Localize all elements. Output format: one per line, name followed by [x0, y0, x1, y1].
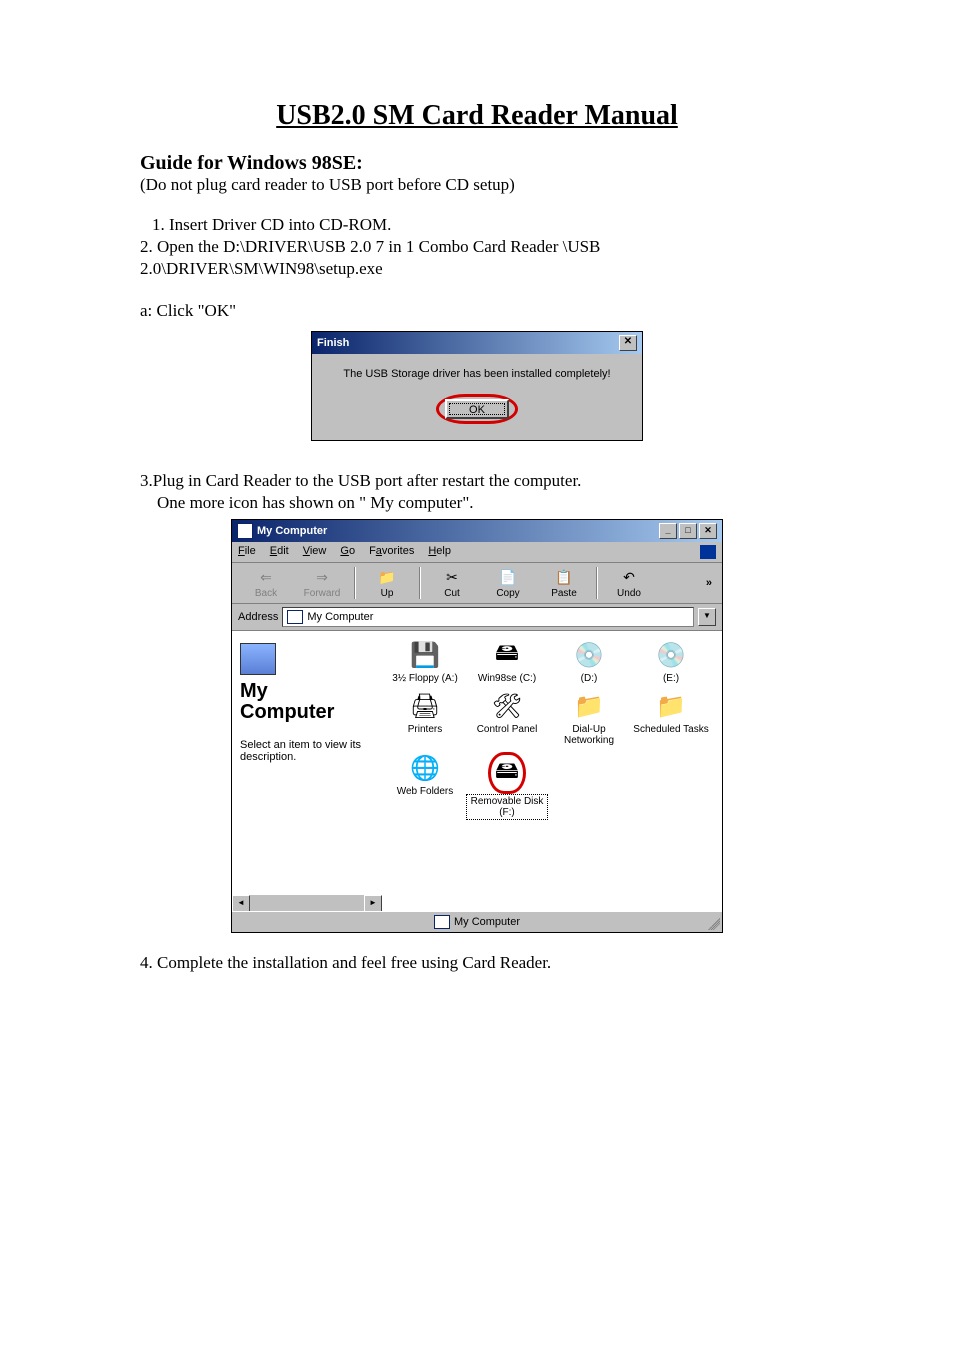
finish-message: The USB Storage driver has been installe… [320, 368, 634, 380]
removable-highlight-circle: 🖴 [488, 752, 526, 794]
web-folders[interactable]: 🌐 Web Folders [386, 752, 464, 818]
side-title-line2: Computer [240, 702, 374, 723]
close-button[interactable]: ✕ [619, 335, 637, 351]
control-panel-folder[interactable]: 🛠 Control Panel [468, 690, 546, 746]
my-computer-icon [287, 610, 303, 624]
icon-area: 💾 3½ Floppy (A:) 🖴 Win98se (C:) 💿 (D:) 💿… [382, 631, 722, 911]
guide-subtitle: Guide for Windows 98SE: [140, 152, 814, 175]
window-title-text: My Computer [257, 525, 327, 537]
removable-disk-f[interactable]: 🖴 Removable Disk (F:) [468, 752, 546, 818]
menu-bar: File Edit View Go Favorites Help [232, 542, 722, 563]
ok-highlight-circle: OK [436, 394, 518, 424]
document-title: USB2.0 SM Card Reader Manual [140, 100, 814, 132]
control-panel-icon: 🛠 [468, 690, 546, 722]
step-a: a: Click "OK" [140, 301, 814, 321]
address-field[interactable]: My Computer [282, 607, 694, 627]
back-button[interactable]: ⇐ Back [238, 568, 294, 599]
my-computer-window: My Computer _ □ ✕ File Edit View Go Favo… [231, 519, 723, 933]
side-scrollbar[interactable]: ◄ ► [232, 895, 382, 911]
menu-help[interactable]: Help [428, 545, 451, 559]
side-description: Select an item to view its description. [240, 739, 374, 763]
up-button[interactable]: 📁 Up [359, 568, 415, 599]
menu-logo-icon [700, 545, 716, 559]
step-2b: 2.0\DRIVER\SM\WIN98\setup.exe [140, 259, 814, 279]
cd-icon: 💿 [550, 639, 628, 671]
undo-icon: ↶ [601, 568, 657, 588]
copy-button[interactable]: 📄 Copy [480, 568, 536, 599]
menu-file[interactable]: File [238, 545, 256, 559]
back-icon: ⇐ [238, 568, 294, 588]
address-value: My Computer [307, 611, 373, 623]
printer-icon: 🖨 [386, 690, 464, 722]
drive-e[interactable]: 💿 (E:) [632, 639, 710, 684]
menu-favorites[interactable]: Favorites [369, 545, 414, 559]
removable-drive-icon: 🖴 [495, 757, 519, 789]
step-3a: 3.Plug in Card Reader to the USB port af… [140, 471, 814, 491]
scheduled-tasks-folder[interactable]: 📁 Scheduled Tasks [632, 690, 710, 746]
ok-button[interactable]: OK [445, 399, 509, 419]
status-bar: My Computer [232, 911, 722, 932]
drive-floppy-a[interactable]: 💾 3½ Floppy (A:) [386, 639, 464, 684]
step-1: 1. Insert Driver CD into CD-ROM. [140, 215, 814, 235]
toolbar-separator [419, 567, 420, 599]
toolbar: ⇐ Back ⇒ Forward 📁 Up ✂ Cut � [232, 563, 722, 604]
address-dropdown-button[interactable]: ▼ [698, 608, 716, 626]
my-computer-large-icon [240, 643, 276, 675]
my-computer-icon [434, 915, 450, 929]
step-2a: 2. Open the D:\DRIVER\USB 2.0 7 in 1 Com… [140, 237, 814, 257]
status-text: My Computer [454, 916, 520, 928]
toolbar-separator [354, 567, 355, 599]
toolbar-separator [596, 567, 597, 599]
address-bar: Address My Computer ▼ [232, 604, 722, 631]
folder-icon: 📁 [550, 690, 628, 722]
forward-icon: ⇒ [294, 568, 350, 588]
cut-icon: ✂ [424, 568, 480, 588]
scroll-right-button[interactable]: ► [364, 895, 382, 911]
menu-go[interactable]: Go [340, 545, 355, 559]
toolbar-more-button[interactable]: » [702, 577, 716, 589]
forward-button[interactable]: ⇒ Forward [294, 568, 350, 599]
step-3b: One more icon has shown on " My computer… [140, 493, 814, 513]
menu-view[interactable]: View [303, 545, 327, 559]
drive-d[interactable]: 💿 (D:) [550, 639, 628, 684]
paste-button[interactable]: 📋 Paste [536, 568, 592, 599]
copy-icon: 📄 [480, 568, 536, 588]
finish-dialog: Finish ✕ The USB Storage driver has been… [311, 331, 643, 441]
menu-edit[interactable]: Edit [270, 545, 289, 559]
maximize-button[interactable]: □ [679, 523, 697, 539]
undo-button[interactable]: ↶ Undo [601, 568, 657, 599]
floppy-icon: 💾 [386, 639, 464, 671]
guide-note: (Do not plug card reader to USB port bef… [140, 175, 814, 195]
scroll-left-button[interactable]: ◄ [232, 895, 250, 911]
close-button[interactable]: ✕ [699, 523, 717, 539]
resize-grip[interactable] [708, 918, 720, 930]
side-panel: My Computer Select an item to view its d… [232, 631, 382, 911]
window-titlebar: My Computer _ □ ✕ [232, 520, 722, 542]
cut-button[interactable]: ✂ Cut [424, 568, 480, 599]
up-icon: 📁 [359, 568, 415, 588]
system-icon[interactable] [237, 523, 253, 539]
printers-folder[interactable]: 🖨 Printers [386, 690, 464, 746]
dialup-networking-folder[interactable]: 📁 Dial-Up Networking [550, 690, 628, 746]
minimize-button[interactable]: _ [659, 523, 677, 539]
hdd-icon: 🖴 [468, 639, 546, 671]
paste-icon: 📋 [536, 568, 592, 588]
cd-icon: 💿 [632, 639, 710, 671]
side-title-line1: My [240, 681, 374, 702]
web-folders-icon: 🌐 [386, 752, 464, 784]
folder-icon: 📁 [632, 690, 710, 722]
step-4: 4. Complete the installation and feel fr… [140, 953, 814, 973]
drive-c[interactable]: 🖴 Win98se (C:) [468, 639, 546, 684]
address-label: Address [238, 611, 278, 623]
finish-title-text: Finish [317, 337, 349, 349]
